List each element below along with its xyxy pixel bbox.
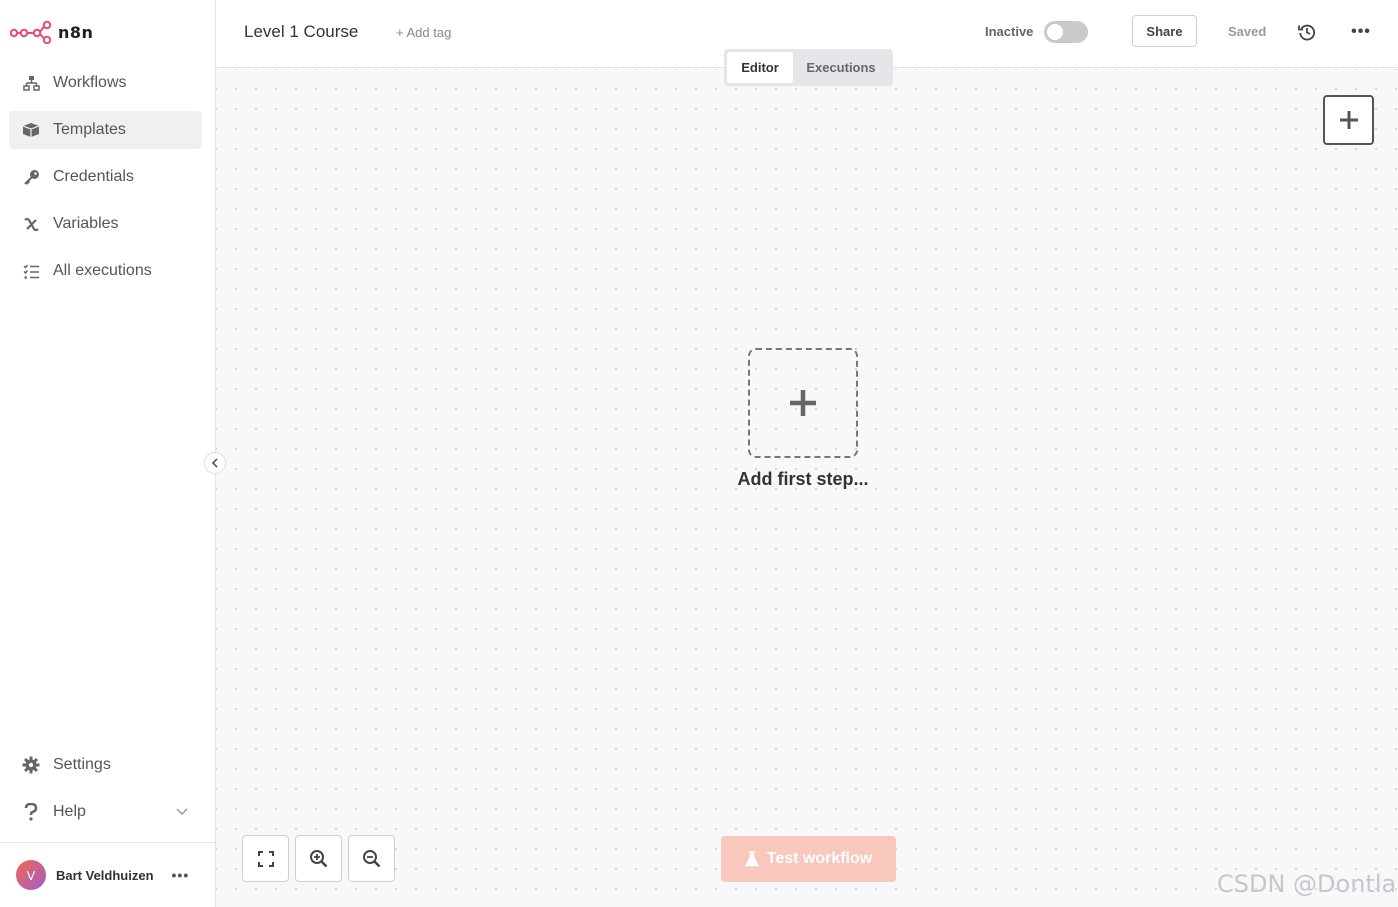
sidebar-item-workflows[interactable]: Workflows bbox=[9, 64, 202, 102]
history-icon[interactable] bbox=[1296, 21, 1318, 43]
sidebar-item-label: Credentials bbox=[53, 168, 134, 185]
n8n-logo-icon bbox=[10, 20, 52, 44]
n8n-logo[interactable]: n8n bbox=[10, 20, 93, 44]
workflows-icon bbox=[21, 73, 41, 93]
more-options-icon[interactable]: ••• bbox=[1350, 21, 1372, 43]
sidebar-item-credentials[interactable]: Credentials bbox=[9, 158, 202, 196]
templates-icon bbox=[21, 120, 41, 140]
sidebar-item-settings[interactable]: Settings bbox=[9, 746, 202, 784]
sidebar-item-label: Help bbox=[53, 803, 86, 820]
editor-executions-switch: Editor Executions bbox=[724, 49, 893, 86]
sidebar-item-help[interactable]: Help bbox=[9, 793, 202, 831]
sidebar-nav: Workflows Templates Credentials Variable… bbox=[9, 64, 202, 299]
workflow-name[interactable]: Level 1 Course bbox=[244, 22, 358, 42]
plus-icon bbox=[790, 390, 816, 416]
chevron-down-icon bbox=[176, 803, 188, 821]
tab-executions[interactable]: Executions bbox=[793, 52, 889, 83]
open-node-creator-button[interactable] bbox=[1323, 95, 1374, 145]
add-first-step-button[interactable] bbox=[748, 348, 858, 458]
sidebar-item-label: Templates bbox=[53, 121, 126, 138]
chevron-left-icon bbox=[211, 458, 218, 468]
collapse-sidebar-button[interactable] bbox=[204, 452, 226, 474]
avatar[interactable]: V bbox=[16, 860, 46, 890]
share-button[interactable]: Share bbox=[1132, 15, 1197, 47]
test-workflow-label: Test workflow bbox=[766, 850, 873, 867]
fit-view-icon bbox=[257, 850, 274, 867]
key-icon bbox=[21, 167, 41, 187]
zoom-out-button[interactable] bbox=[348, 835, 395, 882]
zoom-out-icon bbox=[363, 850, 381, 868]
sidebar-item-templates[interactable]: Templates bbox=[9, 111, 202, 149]
plus-icon bbox=[1339, 111, 1358, 129]
zoom-in-button[interactable] bbox=[295, 835, 342, 882]
toggle-knob bbox=[1047, 24, 1063, 40]
flask-icon bbox=[744, 851, 759, 867]
user-name: Bart Veldhuizen bbox=[56, 867, 154, 883]
zoom-in-icon bbox=[310, 850, 328, 868]
zoom-to-fit-button[interactable] bbox=[242, 835, 289, 882]
variables-icon bbox=[21, 214, 41, 234]
sidebar-item-label: Workflows bbox=[53, 74, 127, 91]
sidebar-item-variables[interactable]: Variables bbox=[9, 205, 202, 243]
question-icon bbox=[21, 802, 41, 822]
tab-editor[interactable]: Editor bbox=[727, 52, 793, 83]
watermark: CSDN @Dontla bbox=[1217, 870, 1397, 898]
logo-text: n8n bbox=[58, 22, 94, 42]
executions-list-icon bbox=[21, 261, 41, 281]
sidebar: n8n Workflows Templates Credentials Vari… bbox=[0, 0, 216, 907]
saved-status: Saved bbox=[1228, 24, 1267, 39]
sidebar-bottom-nav: Settings Help bbox=[9, 746, 202, 840]
add-first-step-label: Add first step... bbox=[737, 469, 869, 489]
active-toggle[interactable] bbox=[1044, 21, 1088, 43]
user-area: V Bart Veldhuizen ••• bbox=[0, 842, 215, 907]
active-status-label: Inactive bbox=[985, 24, 1034, 39]
gear-icon bbox=[21, 755, 41, 775]
sidebar-item-label: Variables bbox=[53, 215, 119, 232]
add-tag-button[interactable]: + Add tag bbox=[396, 25, 451, 40]
test-workflow-button[interactable]: Test workflow bbox=[721, 836, 896, 882]
sidebar-item-label: Settings bbox=[53, 756, 111, 773]
user-more-icon[interactable]: ••• bbox=[172, 867, 190, 883]
sidebar-item-label: All executions bbox=[53, 262, 152, 279]
sidebar-item-all-executions[interactable]: All executions bbox=[9, 252, 202, 290]
